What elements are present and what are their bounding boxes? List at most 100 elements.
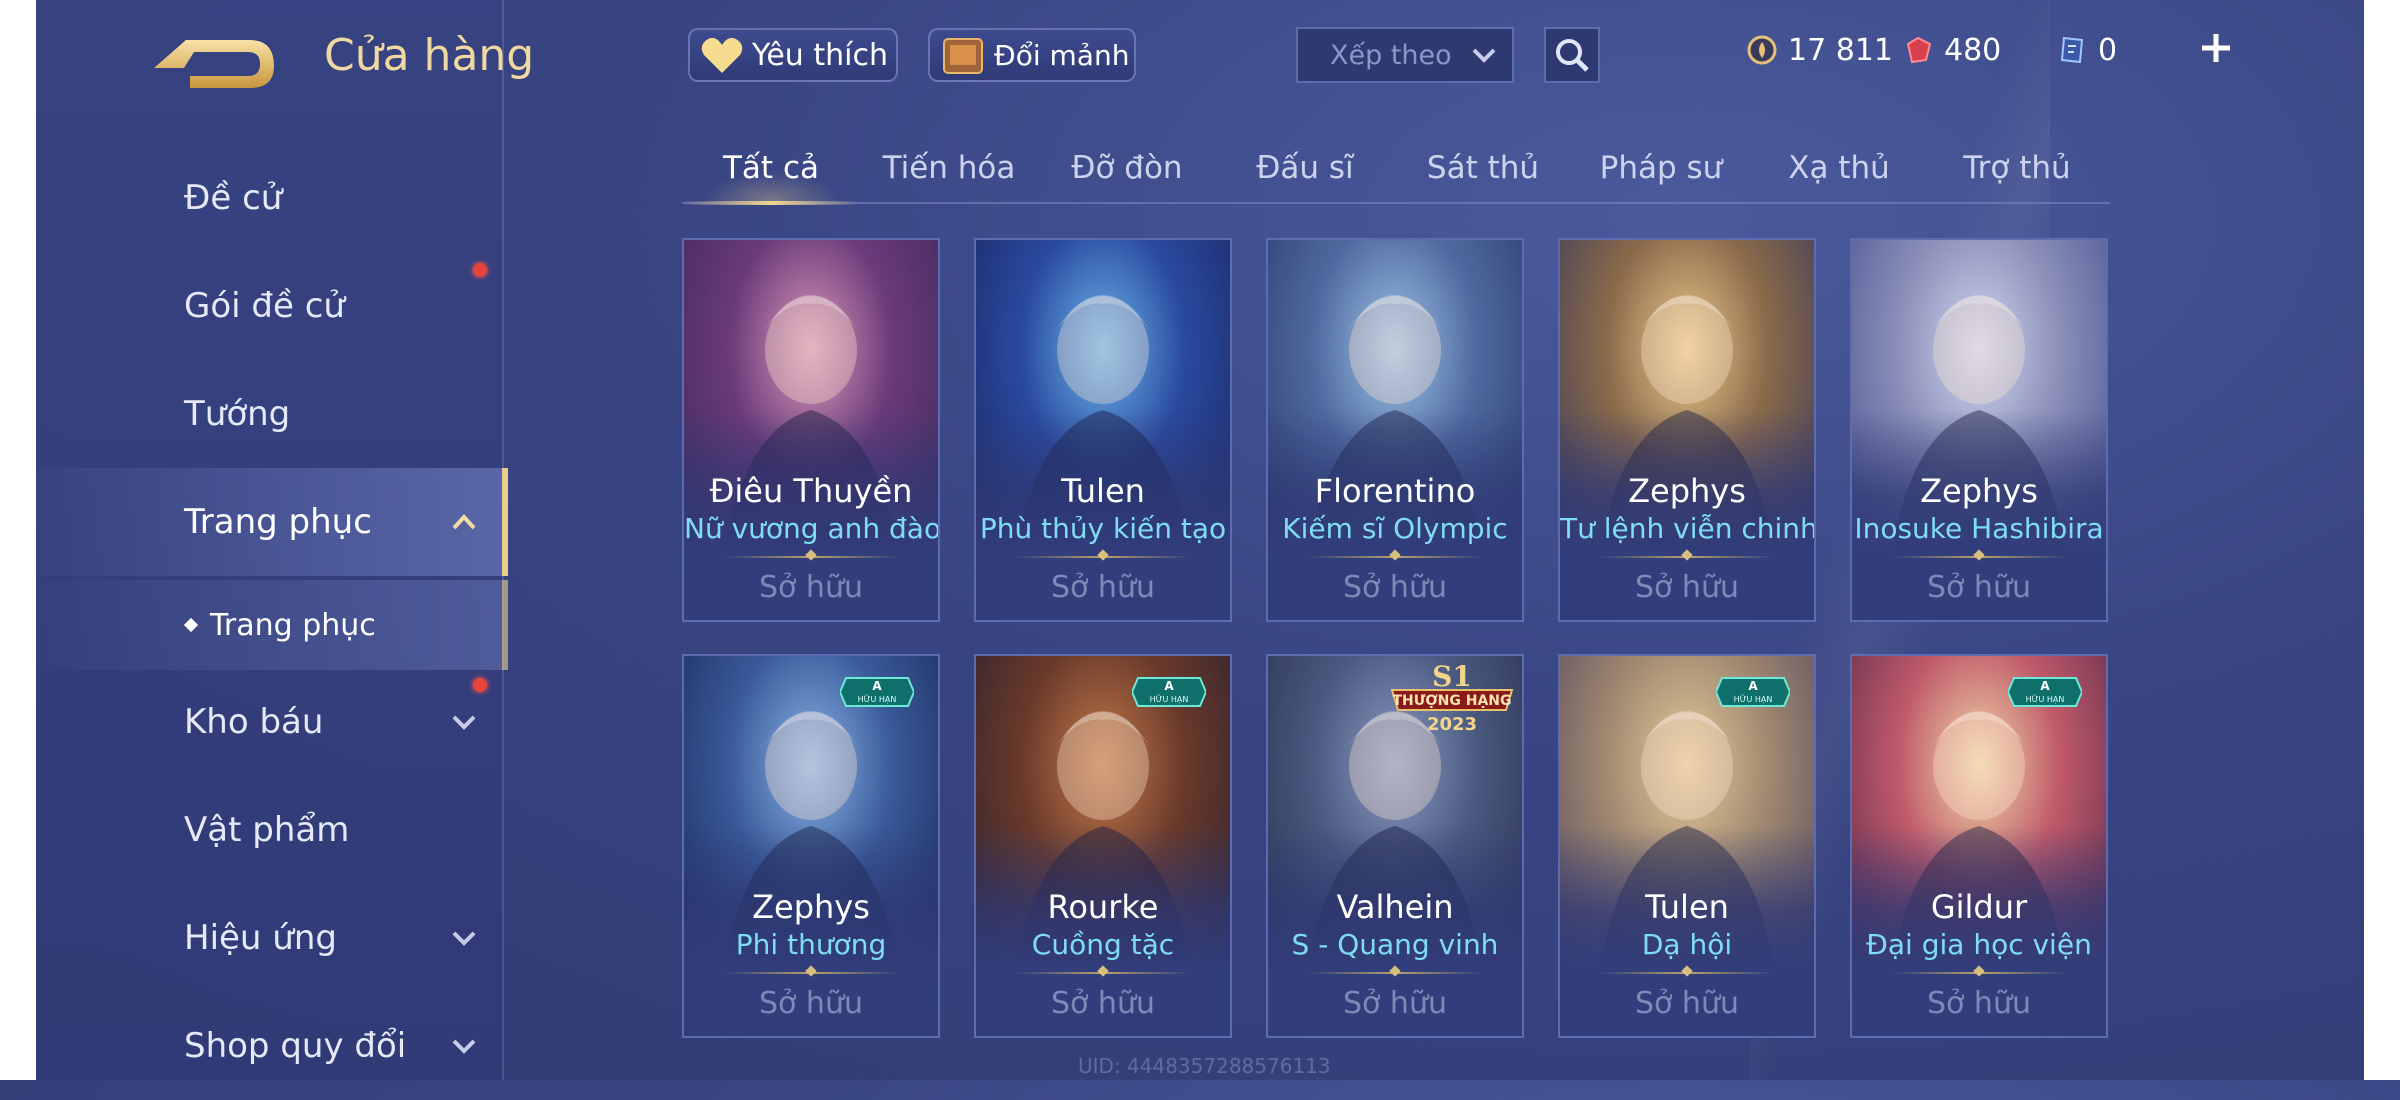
sidebar-subitem-trang-phuc[interactable]: Trang phục xyxy=(36,580,508,670)
red-gem-icon xyxy=(1906,36,1932,64)
svg-text:2023: 2023 xyxy=(1427,714,1477,735)
favorites-button[interactable]: Yêu thích xyxy=(688,28,898,82)
tab-do-don[interactable]: Đỡ đòn xyxy=(1038,140,1216,202)
svg-text:S1: S1 xyxy=(1432,660,1472,693)
skin-grid: Điêu Thuyền Nữ vương anh đào Sở hữu Tulen P… xyxy=(682,238,2112,1080)
sidebar-item-kho-bau[interactable]: Kho báu xyxy=(36,668,502,776)
tab-phap-su[interactable]: Pháp sư xyxy=(1572,140,1750,202)
currency-voucher: 480 xyxy=(1902,28,2001,72)
card-divider xyxy=(1016,556,1190,558)
sidebar-item-goi-de-cu[interactable]: Gói đề cử xyxy=(36,252,502,360)
card-divider xyxy=(1308,972,1482,974)
card-divider xyxy=(1308,556,1482,558)
skin-name: Cuồng tặc xyxy=(1031,928,1175,961)
skin-card[interactable]: Tulen Phù thủy kiến tạo Sở hữu xyxy=(974,238,1232,622)
owned-status: Sở hữu xyxy=(1635,986,1739,1021)
currency-gold: 17 811 xyxy=(1746,28,1893,72)
hero-name: Điêu Thuyền xyxy=(709,472,913,510)
card-divider xyxy=(1600,556,1774,558)
skin-card[interactable]: Điêu Thuyền Nữ vương anh đào Sở hữu xyxy=(682,238,940,622)
notification-dot xyxy=(473,263,487,277)
search-button[interactable] xyxy=(1544,27,1600,83)
owned-status: Sở hữu xyxy=(759,986,863,1021)
skin-card[interactable]: Zephys Inosuke Hashibira Sở hữu xyxy=(1850,238,2108,622)
hero-name: Florentino xyxy=(1314,472,1476,510)
svg-text:HỮU HẠN: HỮU HẠN xyxy=(2026,693,2065,705)
back-button[interactable] xyxy=(150,28,280,98)
tab-tro-thu[interactable]: Trợ thủ xyxy=(1928,140,2106,202)
ticket-amount: 0 xyxy=(2098,32,2118,68)
svg-text:THƯỢNG HẠNG: THƯỢNG HẠNG xyxy=(1392,693,1511,709)
tab-dau-si[interactable]: Đấu sĩ xyxy=(1216,140,1394,202)
right-edge xyxy=(2364,0,2400,1080)
card-divider xyxy=(724,556,898,558)
card-divider xyxy=(1892,556,2066,558)
limited-badge-icon: A HỮU HẠN xyxy=(1714,672,1792,712)
chevron-down-icon xyxy=(452,1039,476,1054)
skin-card[interactable]: Florentino Kiếm sĩ Olympic Sở hữu xyxy=(1266,238,1524,622)
exchange-fragments-button[interactable]: Đổi mảnh xyxy=(928,28,1136,82)
sidebar-item-label: Hiệu ứng xyxy=(184,918,337,958)
skin-name: Đại gia học viện xyxy=(1866,928,2092,961)
skin-card[interactable]: Zephys Tư lệnh viễn chinh Sở hữu xyxy=(1558,238,1816,622)
tab-xa-thu[interactable]: Xạ thủ xyxy=(1750,140,1928,202)
hero-name: Valhein xyxy=(1336,888,1454,926)
card-divider xyxy=(724,972,898,974)
hero-name: Zephys xyxy=(1628,472,1746,510)
sort-dropdown[interactable]: Xếp theo xyxy=(1296,27,1514,83)
skin-name: Phi thương xyxy=(735,928,887,961)
skin-card[interactable]: A HỮU HẠN Tulen Dạ hội Sở hữu xyxy=(1558,654,1816,1038)
fragment-chest-icon xyxy=(943,38,983,74)
svg-text:A: A xyxy=(872,679,882,693)
sidebar-item-de-cu[interactable]: Đề cử xyxy=(36,144,502,252)
chevron-down-icon xyxy=(452,931,476,946)
limited-badge-icon: A HỮU HẠN xyxy=(838,672,916,712)
chevron-down-icon xyxy=(1472,48,1496,63)
sidebar-subitem-label: Trang phục xyxy=(210,607,376,643)
sidebar-item-label: Gói đề cử xyxy=(184,286,345,326)
sidebar-item-label: Trang phục xyxy=(184,502,372,542)
tab-tien-hoa[interactable]: Tiến hóa xyxy=(860,140,1038,202)
svg-text:A: A xyxy=(1164,679,1174,693)
limited-badge-icon: S1 THƯỢNG HẠNG 2023 xyxy=(1382,660,1522,740)
sidebar-item-label: Shop quy đổi xyxy=(184,1026,407,1066)
tab-sat-thu[interactable]: Sát thủ xyxy=(1394,140,1572,202)
gold-amount: 17 811 xyxy=(1788,32,1893,68)
limited-badge-icon: A HỮU HẠN xyxy=(2006,672,2084,712)
back-arrow-icon xyxy=(154,40,274,88)
bullet-diamond-icon xyxy=(183,617,199,633)
left-edge xyxy=(0,0,36,1080)
sidebar-item-shop-quy-doi[interactable]: Shop quy đổi xyxy=(36,992,502,1100)
skin-name: Phù thủy kiến tạo xyxy=(979,512,1227,545)
sidebar-item-label: Tướng xyxy=(184,394,291,434)
hero-name: Zephys xyxy=(1920,472,2038,510)
add-currency-button[interactable] xyxy=(2196,28,2236,68)
category-tabs: Tất cả Tiến hóa Đỡ đòn Đấu sĩ Sát thủ Ph… xyxy=(682,140,2110,205)
sidebar-item-label: Kho báu xyxy=(184,702,324,742)
skin-card[interactable]: A HỮU HẠN Zephys Phi thương Sở hữu xyxy=(682,654,940,1038)
hero-name: Tulen xyxy=(1061,472,1145,510)
sidebar-item-hieu-ung[interactable]: Hiệu ứng xyxy=(36,884,502,992)
owned-status: Sở hữu xyxy=(1051,986,1155,1021)
sidebar-item-tuong[interactable]: Tướng xyxy=(36,360,502,468)
uid-watermark: UID: 4448357288576113 xyxy=(1078,1054,1331,1078)
sidebar-item-vat-pham[interactable]: Vật phẩm xyxy=(36,776,502,884)
skin-name: Dạ hội xyxy=(1641,928,1733,961)
skin-name: Kiếm sĩ Olympic xyxy=(1282,512,1508,545)
svg-text:HỮU HẠN: HỮU HẠN xyxy=(1150,693,1189,705)
plus-icon xyxy=(2202,34,2230,62)
svg-text:A: A xyxy=(2040,679,2050,693)
ticket-icon xyxy=(2060,36,2084,64)
svg-text:HỮU HẠN: HỮU HẠN xyxy=(1734,693,1773,705)
skin-card[interactable]: A HỮU HẠN Gildur Đại gia học viện Sở hữu xyxy=(1850,654,2108,1038)
sidebar-item-trang-phuc[interactable]: Trang phục xyxy=(36,468,508,576)
gold-coin-icon xyxy=(1747,35,1777,65)
skin-card[interactable]: A HỮU HẠN Rourke Cuồng tặc Sở hữu xyxy=(974,654,1232,1038)
chevron-down-icon xyxy=(452,715,476,730)
page-title: Cửa hàng xyxy=(324,30,535,81)
skin-card[interactable]: S1 THƯỢNG HẠNG 2023 Valhein S - Quang vin… xyxy=(1266,654,1524,1038)
skin-name: Inosuke Hashibira xyxy=(1854,512,2104,545)
currency-ticket: 0 xyxy=(2056,28,2117,72)
chevron-up-icon xyxy=(452,514,476,530)
tab-tat-ca[interactable]: Tất cả xyxy=(682,140,860,205)
